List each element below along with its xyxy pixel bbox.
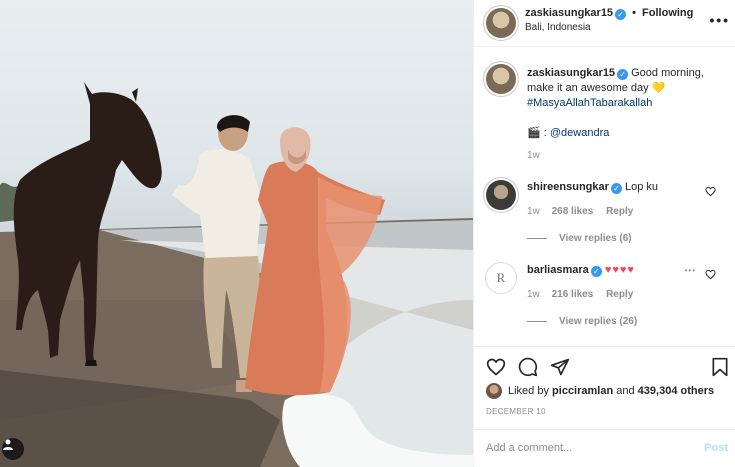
- liker-avatar[interactable]: [486, 383, 502, 399]
- comment-input[interactable]: [486, 442, 686, 454]
- yellow-heart-emoji: 💛: [651, 82, 666, 94]
- tag-user-icon[interactable]: [2, 438, 24, 460]
- comment-text: ♥♥♥♥: [604, 264, 635, 276]
- comment-icon[interactable]: [518, 357, 538, 377]
- bookmark-icon[interactable]: [710, 357, 730, 377]
- likes-and: and: [616, 385, 635, 397]
- verified-icon: ✓: [590, 266, 602, 277]
- photo-illustration: [0, 82, 473, 467]
- post-photo[interactable]: [0, 0, 473, 467]
- credit-sep: :: [543, 127, 547, 139]
- comment-like-heart-icon[interactable]: [705, 269, 716, 280]
- follow-separator: •: [632, 7, 636, 19]
- view-replies-button[interactable]: View replies (6): [527, 233, 632, 244]
- comment-meta: 1w 216 likes Reply: [527, 289, 643, 300]
- reply-button[interactable]: Reply: [606, 289, 633, 300]
- author-name-row: zaskiasungkar15 ✓ • Following: [525, 7, 693, 20]
- comment-avatar[interactable]: R: [486, 263, 516, 293]
- comment-avatar[interactable]: [486, 180, 516, 210]
- comment-time[interactable]: 1w: [527, 206, 540, 217]
- verified-icon: ✓: [615, 9, 627, 20]
- action-bar: [474, 346, 735, 380]
- more-icon[interactable]: • • •: [710, 12, 729, 28]
- comment-more-icon[interactable]: •••: [685, 266, 696, 275]
- comment-like-heart-icon[interactable]: [705, 186, 716, 197]
- view-replies-button[interactable]: View replies (26): [527, 316, 637, 327]
- comment-username[interactable]: shireensungkar: [527, 181, 609, 193]
- liker-username[interactable]: picciramlan: [552, 385, 613, 397]
- comment-time[interactable]: 1w: [527, 289, 540, 300]
- comment-text-row: barliasmara ✓ ♥♥♥♥: [527, 264, 635, 277]
- comment-meta: 1w 268 likes Reply: [527, 206, 643, 217]
- credit-handle[interactable]: @dewandra: [550, 127, 609, 139]
- comment-username[interactable]: barliasmara: [527, 264, 589, 276]
- post-header: zaskiasungkar15 ✓ • Following Bali, Indon…: [474, 0, 735, 47]
- verified-icon: ✓: [617, 69, 629, 80]
- caption: zaskiasungkar15 ✓ Good morning, make it a…: [527, 66, 727, 141]
- author-avatar[interactable]: [486, 8, 516, 38]
- comment-likes[interactable]: 268 likes: [552, 206, 594, 217]
- following-button[interactable]: Following: [642, 7, 693, 19]
- heart-icon[interactable]: [486, 357, 506, 377]
- clapper-icon: 🎬: [527, 127, 541, 139]
- caption-hashtag[interactable]: #MasyaAllahTabarakallah: [527, 97, 652, 109]
- likes-summary: Liked by picciramlan and 439,304 others: [486, 383, 714, 399]
- post-date[interactable]: DECEMBER 10: [486, 407, 546, 416]
- likes-count[interactable]: 439,304 others: [638, 385, 714, 397]
- comment-text: Lop ku: [624, 181, 659, 193]
- share-icon[interactable]: [550, 357, 570, 377]
- caption-avatar[interactable]: [486, 64, 516, 94]
- verified-icon: ✓: [610, 183, 622, 194]
- likes-prefix: Liked by: [508, 385, 549, 397]
- comments-list[interactable]: zaskiasungkar15 ✓ Good morning, make it a…: [474, 48, 735, 346]
- post-sidebar: zaskiasungkar15 ✓ • Following Bali, Indon…: [473, 0, 735, 467]
- reply-button[interactable]: Reply: [606, 206, 633, 217]
- comment-likes[interactable]: 216 likes: [552, 289, 594, 300]
- location-link[interactable]: Bali, Indonesia: [525, 22, 591, 33]
- add-comment-bar: Post: [474, 429, 735, 467]
- caption-username[interactable]: zaskiasungkar15: [527, 67, 615, 79]
- author-username[interactable]: zaskiasungkar15: [525, 7, 613, 19]
- post-button[interactable]: Post: [704, 442, 728, 454]
- caption-time[interactable]: 1w: [527, 150, 540, 161]
- comment-text-row: shireensungkar ✓ Lop ku: [527, 181, 658, 194]
